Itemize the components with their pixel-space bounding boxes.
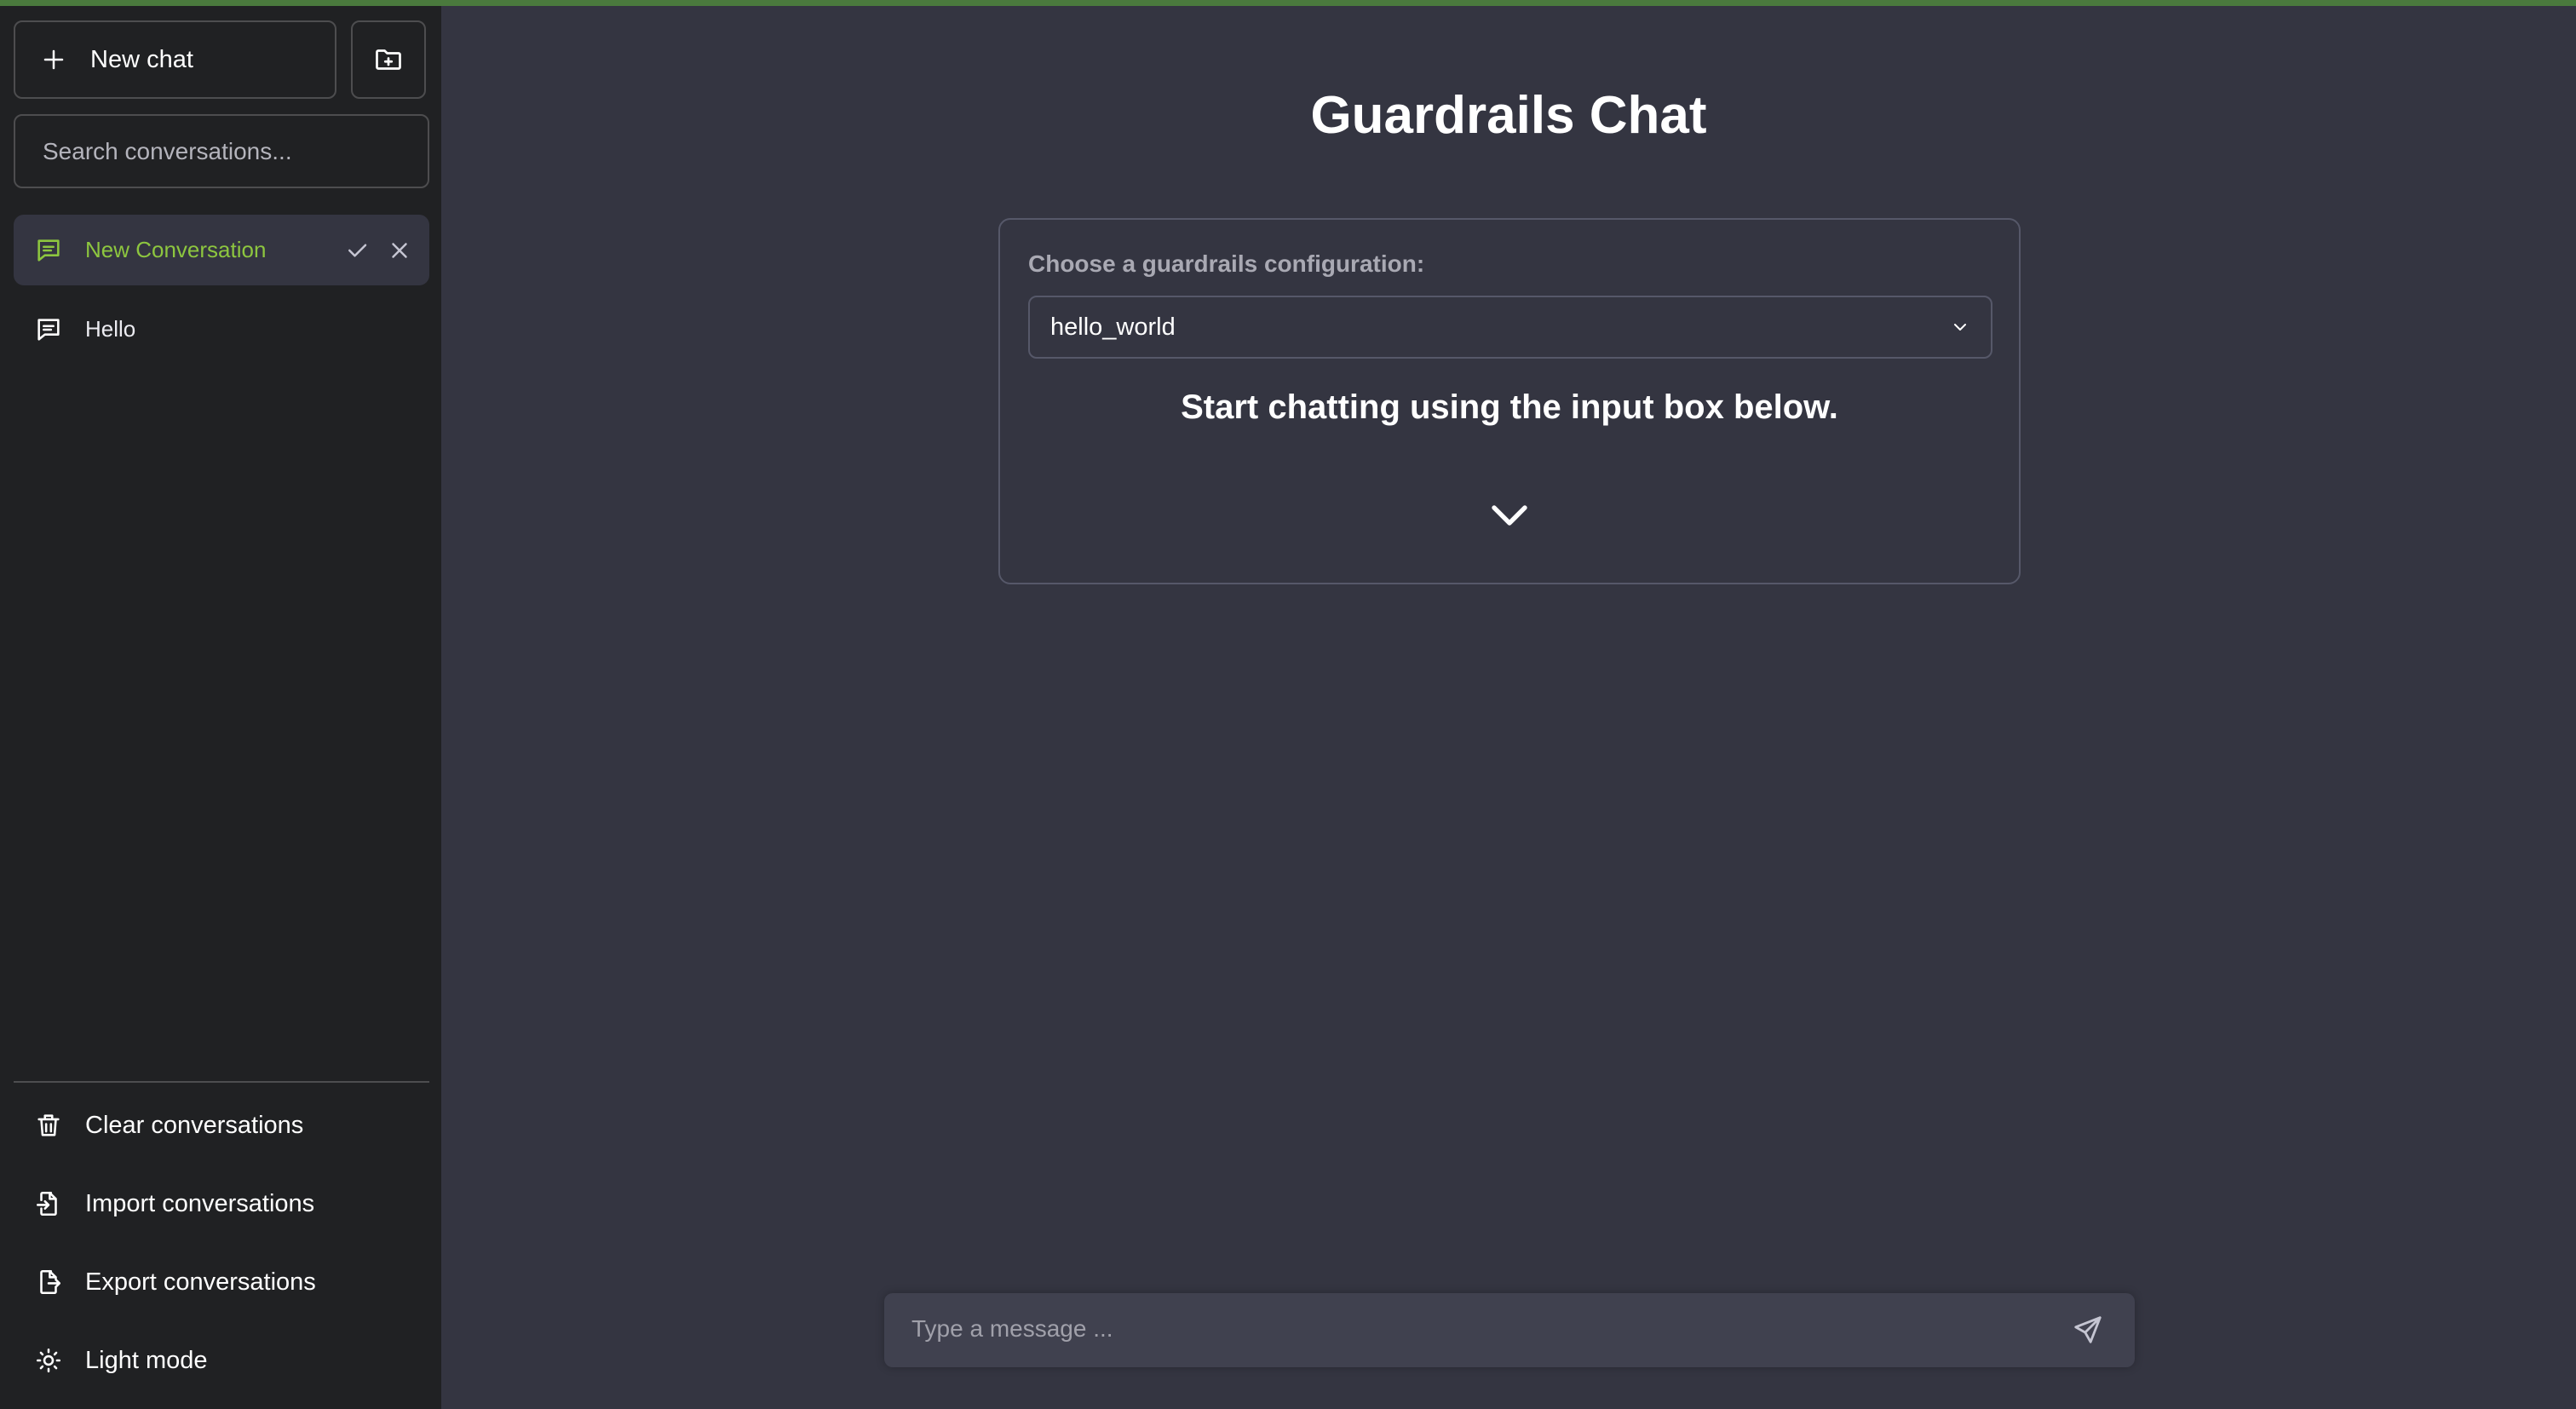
export-conversations-button[interactable]: Export conversations — [14, 1248, 429, 1316]
config-card: Choose a guardrails configuration: hello… — [998, 218, 2021, 584]
new-chat-label: New chat — [90, 45, 193, 73]
file-import-icon — [36, 1191, 57, 1216]
light-mode-label: Light mode — [85, 1346, 208, 1374]
config-selected-value: hello_world — [1050, 313, 1176, 341]
sidebar: New chat New Conversation Hello Clear co… — [0, 6, 441, 1409]
close-icon[interactable] — [387, 238, 412, 263]
conversation-label: New Conversation — [85, 237, 267, 262]
message-composer — [884, 1293, 2135, 1367]
plus-icon — [43, 49, 64, 70]
sidebar-divider — [14, 1081, 429, 1083]
search-conversations-input[interactable] — [14, 114, 429, 188]
top-accent-bar — [0, 0, 2576, 6]
new-chat-button[interactable]: New chat — [14, 20, 336, 99]
folder-plus-icon — [376, 49, 401, 70]
import-conversations-label: Import conversations — [85, 1189, 315, 1217]
chevron-down-icon — [1492, 505, 1527, 526]
new-folder-button[interactable] — [351, 20, 426, 99]
conversation-item-new-conversation[interactable]: New Conversation — [14, 215, 429, 285]
clear-conversations-button[interactable]: Clear conversations — [14, 1091, 429, 1159]
send-icon[interactable] — [2072, 1314, 2104, 1346]
import-conversations-button[interactable]: Import conversations — [14, 1170, 429, 1238]
message-input[interactable] — [884, 1293, 2043, 1367]
start-chatting-hint: Start chatting using the input box below… — [1181, 388, 1838, 426]
sun-icon — [36, 1348, 61, 1373]
config-label: Choose a guardrails configuration: — [1028, 250, 1425, 277]
export-conversations-label: Export conversations — [85, 1268, 316, 1296]
light-mode-button[interactable]: Light mode — [14, 1326, 429, 1395]
chat-bubble-icon — [37, 239, 60, 262]
page-title: Guardrails Chat — [1310, 86, 1707, 145]
conversation-label: Hello — [85, 316, 136, 342]
chevron-down-icon — [1954, 324, 1966, 331]
conversation-item-hello[interactable]: Hello — [14, 294, 429, 365]
config-select[interactable]: hello_world — [1028, 296, 1992, 359]
file-export-icon — [40, 1269, 61, 1295]
clear-conversations-label: Clear conversations — [85, 1111, 304, 1139]
check-icon[interactable] — [344, 238, 370, 263]
chat-bubble-icon — [37, 318, 60, 341]
trash-icon — [37, 1114, 60, 1136]
